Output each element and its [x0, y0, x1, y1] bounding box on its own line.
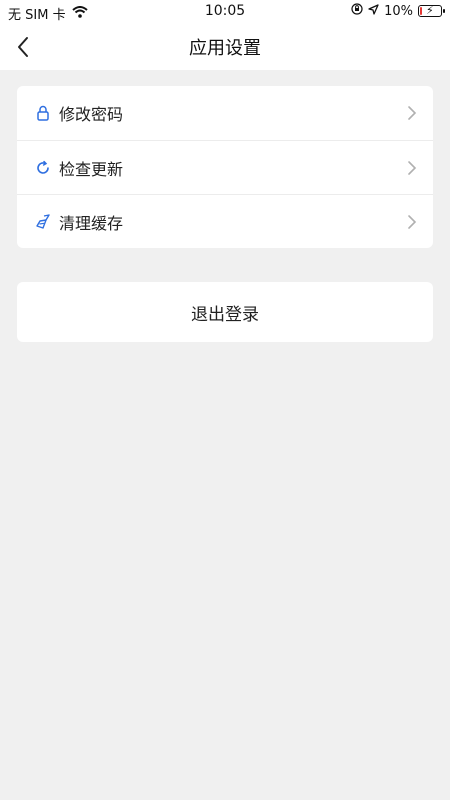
settings-list: 修改密码 检查更新 清理缓存 — [17, 86, 433, 248]
location-icon — [368, 3, 379, 19]
battery-icon: ⚡ — [418, 4, 445, 17]
clear-cache-item[interactable]: 清理缓存 — [17, 194, 433, 248]
check-update-item[interactable]: 检查更新 — [17, 140, 433, 194]
chevron-right-icon — [408, 161, 417, 175]
nav-bar: 应用设置 — [0, 24, 450, 70]
status-right: 10% ⚡ — [351, 3, 445, 19]
lock-icon — [35, 105, 51, 121]
rotation-lock-icon — [351, 3, 363, 19]
logout-button[interactable]: 退出登录 — [17, 282, 433, 342]
change-password-item[interactable]: 修改密码 — [17, 86, 433, 140]
status-bar: 无 SIM 卡 10:05 10% ⚡ — [0, 0, 450, 24]
broom-icon — [35, 213, 51, 230]
page-title: 应用设置 — [189, 38, 261, 59]
clear-cache-label: 清理缓存 — [59, 213, 124, 233]
chevron-right-icon — [408, 106, 417, 120]
refresh-icon — [35, 160, 51, 176]
battery-percent: 10% — [384, 3, 413, 19]
charging-bolt-icon: ⚡ — [426, 4, 434, 17]
logout-label: 退出登录 — [191, 304, 259, 325]
battery-fill — [420, 7, 422, 15]
change-password-label: 修改密码 — [59, 105, 124, 124]
check-update-label: 检查更新 — [59, 159, 124, 179]
chevron-right-icon — [408, 215, 417, 229]
